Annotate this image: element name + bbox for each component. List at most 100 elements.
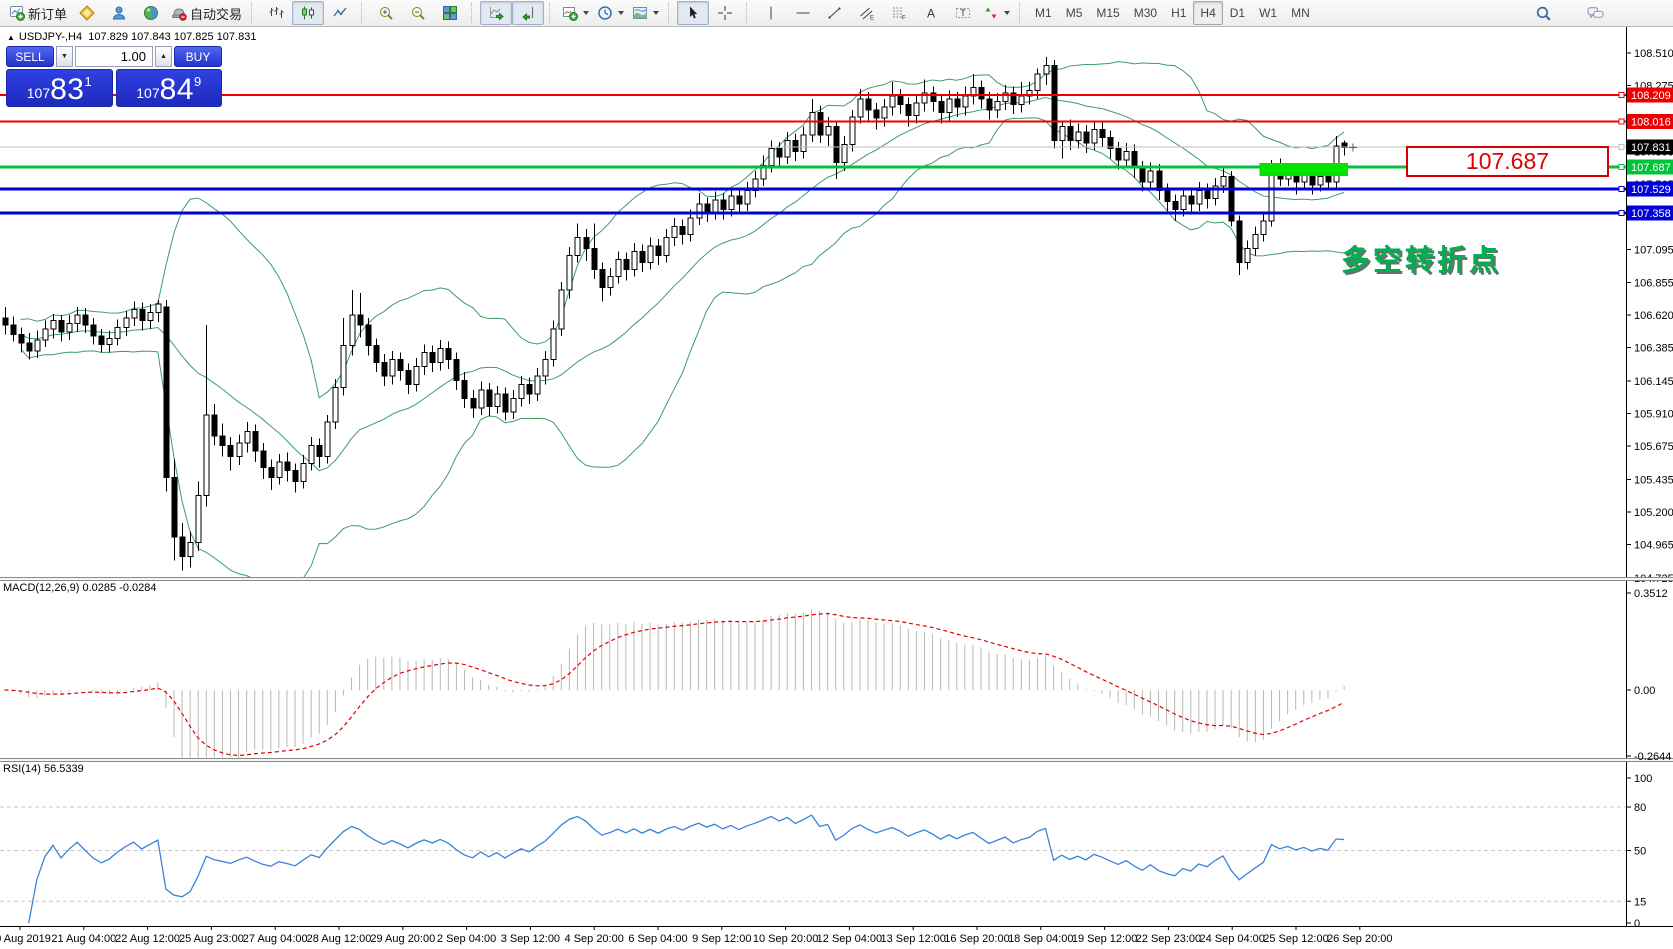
- svg-text:4 Sep 20:00: 4 Sep 20:00: [565, 933, 624, 945]
- tf-mn-button[interactable]: MN: [1284, 1, 1317, 25]
- price-axis: 108.510108.275108.040107.800107.565107.3…: [1619, 27, 1673, 926]
- svg-text:A: A: [927, 7, 935, 21]
- chinese-annotation[interactable]: 多空转折点: [1341, 237, 1501, 279]
- navigator-button[interactable]: [135, 1, 167, 25]
- text-label-button[interactable]: T: [947, 1, 979, 25]
- tf-m5-button[interactable]: M5: [1059, 1, 1090, 25]
- svg-text:E: E: [870, 16, 874, 22]
- tf-m1-button[interactable]: M1: [1028, 1, 1059, 25]
- templates-button[interactable]: [628, 1, 663, 25]
- svg-text:24 Sep 04:00: 24 Sep 04:00: [1199, 933, 1264, 945]
- volume-down-button[interactable]: ▼: [56, 46, 73, 67]
- indicators-icon: [562, 5, 578, 21]
- tf-w1-button[interactable]: W1: [1252, 1, 1284, 25]
- one-click-trading-panel: SELL ▼ 1.00 ▲ BUY 107 83 1 107 84 9: [6, 46, 222, 107]
- candlestick-button[interactable]: [292, 1, 324, 25]
- cursor-icon: [685, 5, 701, 21]
- svg-text:107.529: 107.529: [1631, 184, 1671, 196]
- tile-windows-button[interactable]: [434, 1, 466, 25]
- panel-dividers[interactable]: [0, 577, 1673, 762]
- sell-button[interactable]: SELL: [6, 46, 54, 67]
- toolbar-group-pointer: [675, 0, 743, 26]
- periods-button[interactable]: [593, 1, 628, 25]
- label-icon: T: [955, 5, 971, 21]
- chat-icon: [1587, 5, 1604, 22]
- bar-chart-button[interactable]: [260, 1, 292, 25]
- fibonacci-icon: F: [891, 5, 907, 21]
- svg-text:108.510: 108.510: [1634, 48, 1673, 60]
- collapse-icon[interactable]: ▲: [7, 33, 15, 42]
- arrows-button[interactable]: [979, 1, 1014, 25]
- vline-icon: [763, 5, 779, 21]
- cursor-button[interactable]: [677, 1, 709, 25]
- tf-m15-button[interactable]: M15: [1089, 1, 1126, 25]
- symbol-header: ▲USDJPY-,H4 107.829 107.843 107.825 107.…: [7, 31, 256, 43]
- zoom-in-button[interactable]: [370, 1, 402, 25]
- mouse-crosshair: [1349, 144, 1357, 152]
- svg-text:106.855: 106.855: [1634, 278, 1673, 290]
- indicators-button[interactable]: [558, 1, 593, 25]
- new-order-button[interactable]: 新订单: [5, 1, 71, 25]
- volume-input[interactable]: 1.00: [75, 46, 153, 67]
- svg-text:6 Sep 04:00: 6 Sep 04:00: [628, 933, 687, 945]
- clock-icon: [597, 5, 613, 21]
- svg-text:25 Aug 23:00: 25 Aug 23:00: [179, 933, 244, 945]
- volume-up-button[interactable]: ▲: [155, 46, 172, 67]
- zoom-out-button[interactable]: [402, 1, 434, 25]
- svg-text:16 Sep 20:00: 16 Sep 20:00: [944, 933, 1009, 945]
- tf-h1-button[interactable]: H1: [1164, 1, 1193, 25]
- chat-button[interactable]: [1579, 1, 1611, 25]
- toolbar-group-scroll: [478, 0, 546, 26]
- macd-axis: 0.35120.00-0.2644: [1626, 588, 1671, 763]
- metaeditor-icon: [79, 5, 95, 21]
- svg-text:104.965: 104.965: [1634, 540, 1673, 552]
- svg-text:10 Sep 20:00: 10 Sep 20:00: [753, 933, 818, 945]
- tf-m30-button[interactable]: M30: [1127, 1, 1164, 25]
- crosshair-button[interactable]: [709, 1, 741, 25]
- buy-button[interactable]: BUY: [174, 46, 222, 67]
- line-chart-button[interactable]: [324, 1, 356, 25]
- tf-w1-button-label: W1: [1259, 6, 1277, 20]
- svg-text:-0.2644: -0.2644: [1634, 751, 1671, 763]
- toolbar-separator: [549, 3, 553, 23]
- search-button[interactable]: [1527, 1, 1559, 25]
- svg-text:19 Aug 2019: 19 Aug 2019: [0, 933, 51, 945]
- toolbar-group-file-trade: 新订单 自动交易: [3, 0, 248, 26]
- auto-scroll-button[interactable]: [480, 1, 512, 25]
- sell-price-display[interactable]: 107 83 1: [6, 69, 113, 107]
- fibonacci-button[interactable]: F: [883, 1, 915, 25]
- svg-text:26 Sep 20:00: 26 Sep 20:00: [1327, 933, 1392, 945]
- buy-price-sup: 9: [194, 74, 201, 89]
- autotrading-button[interactable]: 自动交易: [167, 1, 246, 25]
- svg-text:107.358: 107.358: [1631, 208, 1671, 220]
- sell-price-prefix: 107: [27, 85, 50, 101]
- line-chart-icon: [332, 5, 348, 21]
- svg-text:F: F: [902, 16, 906, 22]
- text-button[interactable]: A: [915, 1, 947, 25]
- macd-window-label: MACD(12,26,9) 0.0285 -0.0284: [3, 582, 156, 594]
- metaeditor-button[interactable]: [71, 1, 103, 25]
- svg-text:22 Sep 23:00: 22 Sep 23:00: [1136, 933, 1201, 945]
- channel-icon: E: [859, 5, 875, 21]
- tf-d1-button[interactable]: D1: [1223, 1, 1252, 25]
- tf-mn-button-label: MN: [1291, 6, 1310, 20]
- tf-h4-button[interactable]: H4: [1193, 1, 1222, 25]
- svg-text:108.209: 108.209: [1631, 90, 1671, 102]
- autotrading-button-label: 自动交易: [190, 4, 242, 23]
- equidistant-channel-button[interactable]: E: [851, 1, 883, 25]
- svg-text:107.831: 107.831: [1631, 142, 1671, 154]
- community-button[interactable]: [103, 1, 135, 25]
- svg-text:T: T: [960, 8, 966, 18]
- chevron-down-icon: [583, 11, 589, 15]
- chart-shift-button[interactable]: [512, 1, 544, 25]
- price-callout[interactable]: 107.687: [1406, 146, 1609, 177]
- svg-text:27 Aug 04:00: 27 Aug 04:00: [243, 933, 308, 945]
- buy-price-display[interactable]: 107 84 9: [116, 69, 223, 107]
- horizontal-line-button[interactable]: [787, 1, 819, 25]
- trendline-button[interactable]: [819, 1, 851, 25]
- toolbar-right: [1527, 1, 1673, 25]
- candlestick-icon: [300, 5, 316, 21]
- tf-d1-button-label: D1: [1230, 6, 1245, 20]
- crosshair-icon: [717, 5, 733, 21]
- vertical-line-button[interactable]: [755, 1, 787, 25]
